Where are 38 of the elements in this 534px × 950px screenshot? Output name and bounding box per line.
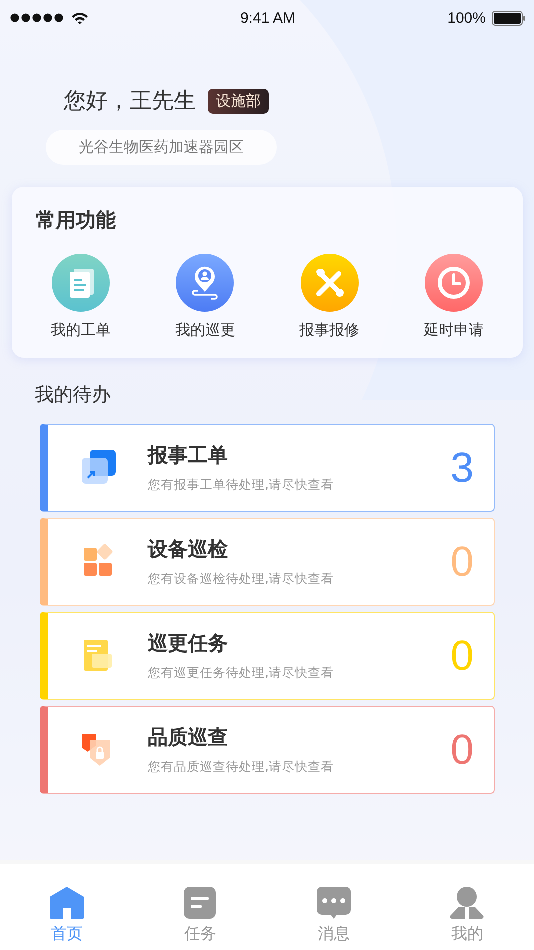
clock-time: 9:41 AM	[240, 10, 296, 26]
location-pin-icon[interactable]	[176, 254, 234, 312]
home-icon	[48, 886, 85, 920]
chat-bubble-icon	[316, 886, 352, 920]
todo-count: 0	[450, 632, 474, 680]
greeting-text: 您好，王先生	[64, 88, 196, 116]
todo-description: 您有品质巡查待处理,请尽快查看	[148, 759, 335, 776]
todo-title: 巡更任务	[148, 630, 229, 657]
todo-description: 您有报事工单待处理,请尽快查看	[148, 477, 335, 494]
tools-icon[interactable]	[300, 254, 359, 312]
signal-icon	[10, 13, 66, 23]
clock-icon[interactable]	[424, 254, 483, 312]
wifi-icon	[71, 12, 89, 24]
location-pill[interactable]: 光谷生物医药加速器园区	[46, 130, 277, 165]
department-tag: 设施部	[208, 88, 269, 114]
todo-description: 您有设备巡检待处理,请尽快查看	[148, 571, 335, 588]
todo-card[interactable]: 报事工单 您有报事工单待处理,请尽快查看 3	[40, 424, 495, 512]
section-title: 我的待办	[35, 383, 112, 408]
todo-count: 0	[450, 538, 474, 586]
function-label[interactable]: 我的巡更	[175, 321, 236, 340]
list-icon	[182, 886, 218, 920]
person-icon	[449, 886, 486, 920]
todo-title: 品质巡查	[148, 724, 229, 751]
todo-card[interactable]: 品质巡查 您有品质巡查待处理,请尽快查看 0	[40, 706, 495, 794]
function-label[interactable]: 我的工单	[51, 321, 111, 340]
function-label[interactable]: 报事报修	[300, 321, 360, 340]
document-icon[interactable]	[52, 254, 110, 312]
todo-title: 报事工单	[148, 442, 229, 469]
todo-count: 0	[450, 726, 474, 774]
todo-count: 3	[450, 444, 474, 492]
battery-icon	[492, 10, 526, 26]
todo-description: 您有巡更任务待处理,请尽快查看	[148, 665, 335, 682]
function-label[interactable]: 延时申请	[424, 321, 484, 340]
battery-percent: 100%	[448, 10, 486, 26]
section-title: 常用功能	[36, 207, 117, 234]
todo-card[interactable]: 设备巡检 您有设备巡检待处理,请尽快查看 0	[40, 518, 495, 606]
todo-title: 设备巡检	[148, 536, 229, 563]
todo-card[interactable]: 巡更任务 您有巡更任务待处理,请尽快查看 0	[40, 612, 495, 700]
